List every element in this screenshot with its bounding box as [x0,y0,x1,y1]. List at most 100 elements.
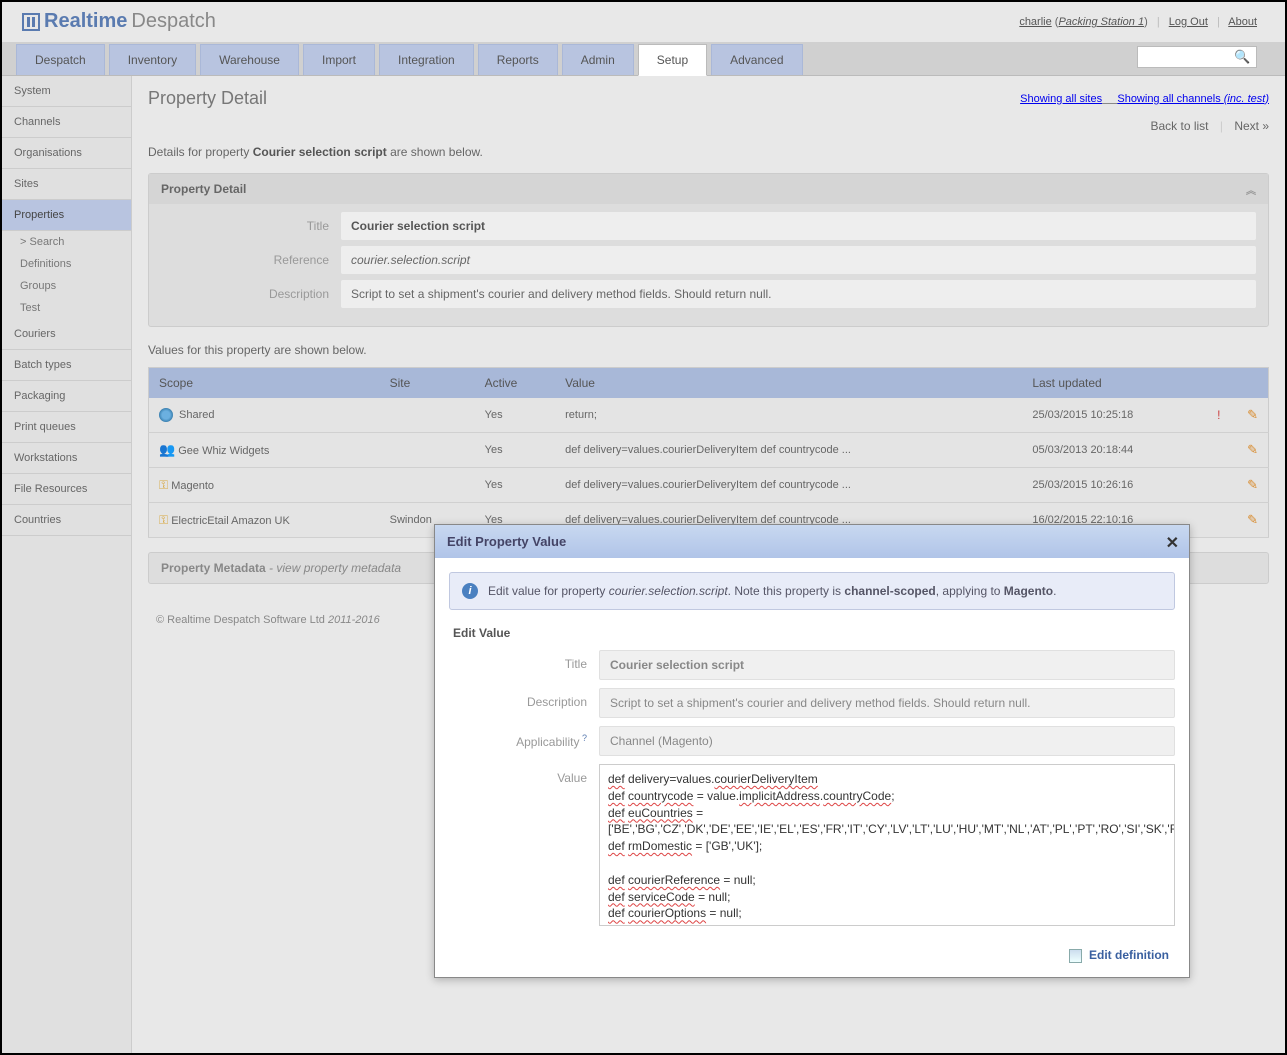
tab-import[interactable]: Import [303,44,375,75]
tab-despatch[interactable]: Despatch [16,44,105,75]
col-site[interactable]: Site [380,368,475,399]
tab-setup[interactable]: Setup [638,44,707,76]
globe-icon [159,408,173,422]
sidebar-item-workstations[interactable]: Workstations [2,443,131,474]
next-link[interactable]: Next » [1234,119,1269,133]
scope-links: Showing all sites Showing all channels (… [1020,93,1269,105]
col-scope[interactable]: Scope [149,368,380,399]
dlg-value-textarea[interactable]: def delivery=values.courierDeliveryItemd… [599,764,1175,926]
active-cell: Yes [475,398,555,433]
logout-link[interactable]: Log Out [1169,16,1208,28]
table-row[interactable]: 👥 Gee Whiz WidgetsYesdef delivery=values… [149,433,1269,468]
value-cell: return; [555,398,1022,433]
channels-link[interactable]: Showing all channels (inc. test) [1117,93,1269,105]
top-tabs: DespatchInventoryWarehouseImportIntegrat… [2,42,1285,76]
sidebar-item-print-queues[interactable]: Print queues [2,412,131,443]
table-row[interactable]: ⚿ MagentoYesdef delivery=values.courierD… [149,468,1269,503]
people-icon: 👥 [159,442,175,457]
sidebar-item-sites[interactable]: Sites [2,169,131,200]
dialog-title-bar[interactable]: Edit Property Value ✕ [435,525,1189,558]
collapse-icon[interactable]: ︽ [1246,182,1256,197]
tab-warehouse[interactable]: Warehouse [200,44,299,75]
doc-icon [1069,949,1082,963]
edit-definition-link[interactable]: Edit definition [1089,948,1169,962]
active-cell: Yes [475,433,555,468]
value-title: Courier selection script [341,212,1256,240]
active-cell: Yes [475,468,555,503]
tab-reports[interactable]: Reports [478,44,558,75]
dlg-title-field: Courier selection script [599,650,1175,680]
label-description: Description [161,287,341,301]
values-table: ScopeSiteActiveValueLast updated Shared Y… [148,367,1269,538]
updated-cell: 25/03/2015 10:26:16 [1022,468,1207,503]
panel-head[interactable]: Property Detail ︽ [149,174,1268,204]
label-reference: Reference [161,253,341,267]
info-bar: i Edit value for property courier.select… [449,572,1175,610]
tab-admin[interactable]: Admin [562,44,634,75]
scope-text: Gee Whiz Widgets [178,445,269,457]
updated-cell: 25/03/2015 10:25:18 [1022,398,1207,433]
dlg-label-value: Value [449,764,599,785]
scope-text: Shared [179,409,214,421]
table-row[interactable]: SharedYesreturn;25/03/2015 10:25:18!✎ [149,398,1269,433]
site-cell [380,433,475,468]
edit-property-dialog: Edit Property Value ✕ i Edit value for p… [434,524,1190,978]
sidebar-sub-definitions[interactable]: Definitions [2,253,131,275]
sidebar-item-properties[interactable]: Properties [2,200,131,231]
col-value[interactable]: Value [555,368,1022,399]
sidebar-item-packaging[interactable]: Packaging [2,381,131,412]
col-active[interactable]: Active [475,368,555,399]
dlg-desc-field: Script to set a shipment's courier and d… [599,688,1175,718]
about-link[interactable]: About [1228,16,1257,28]
help-icon[interactable]: ? [579,733,587,743]
label-title: Title [161,219,341,233]
meta-hint: - view property metadata [269,561,401,575]
sidebar-sub-groups[interactable]: Groups [2,275,131,297]
nav-links: Back to list | Next » [148,119,1269,133]
value-reference: courier.selection.script [341,246,1256,274]
sites-link[interactable]: Showing all sites [1020,93,1102,105]
logo-text-2: Despatch [131,10,216,33]
tab-integration[interactable]: Integration [379,44,474,75]
user-link[interactable]: charlie [1019,16,1051,28]
updated-cell: 05/03/2013 20:18:44 [1022,433,1207,468]
search-input[interactable] [1144,51,1234,63]
tab-advanced[interactable]: Advanced [711,44,802,75]
key-icon: ⚿ [159,478,168,492]
dlg-label-app: Applicability ? [449,726,599,749]
edit-icon[interactable]: ✎ [1247,477,1258,492]
dlg-app-field: Channel (Magento) [599,726,1175,756]
col-last-updated[interactable]: Last updated [1022,368,1207,399]
search-icon[interactable]: 🔍 [1234,49,1250,65]
dialog-title: Edit Property Value [447,534,566,549]
sidebar-sub-test[interactable]: Test [2,297,131,319]
back-link[interactable]: Back to list [1150,119,1208,133]
dlg-label-title: Title [449,650,599,671]
sidebar-item-countries[interactable]: Countries [2,505,131,536]
logo[interactable]: RealtimeDespatch [22,10,216,33]
sidebar-item-batch-types[interactable]: Batch types [2,350,131,381]
edit-value-head: Edit Value [453,626,1175,640]
header: RealtimeDespatch charlie (Packing Statio… [2,2,1285,42]
station-link[interactable]: Packing Station 1 [1058,16,1144,28]
logo-text-1: Realtime [44,10,127,33]
edit-icon[interactable]: ✎ [1247,407,1258,422]
sidebar-item-system[interactable]: System [2,76,131,107]
edit-icon[interactable]: ✎ [1247,512,1258,527]
logo-icon [22,13,40,31]
values-subhead: Values for this property are shown below… [148,343,1269,357]
sidebar-item-couriers[interactable]: Couriers [2,319,131,350]
sidebar-item-channels[interactable]: Channels [2,107,131,138]
sidebar-item-organisations[interactable]: Organisations [2,138,131,169]
close-icon[interactable]: ✕ [1166,533,1179,553]
meta-head: Property Metadata [161,561,266,575]
sidebar-item-file-resources[interactable]: File Resources [2,474,131,505]
tab-inventory[interactable]: Inventory [109,44,196,75]
sidebar-sub-search[interactable]: Search [2,231,131,253]
site-cell [380,398,475,433]
site-cell [380,468,475,503]
value-description: Script to set a shipment's courier and d… [341,280,1256,308]
sidebar: SystemChannelsOrganisationsSitesProperti… [2,76,132,1053]
global-search[interactable]: 🔍 [1137,46,1257,68]
edit-icon[interactable]: ✎ [1247,442,1258,457]
